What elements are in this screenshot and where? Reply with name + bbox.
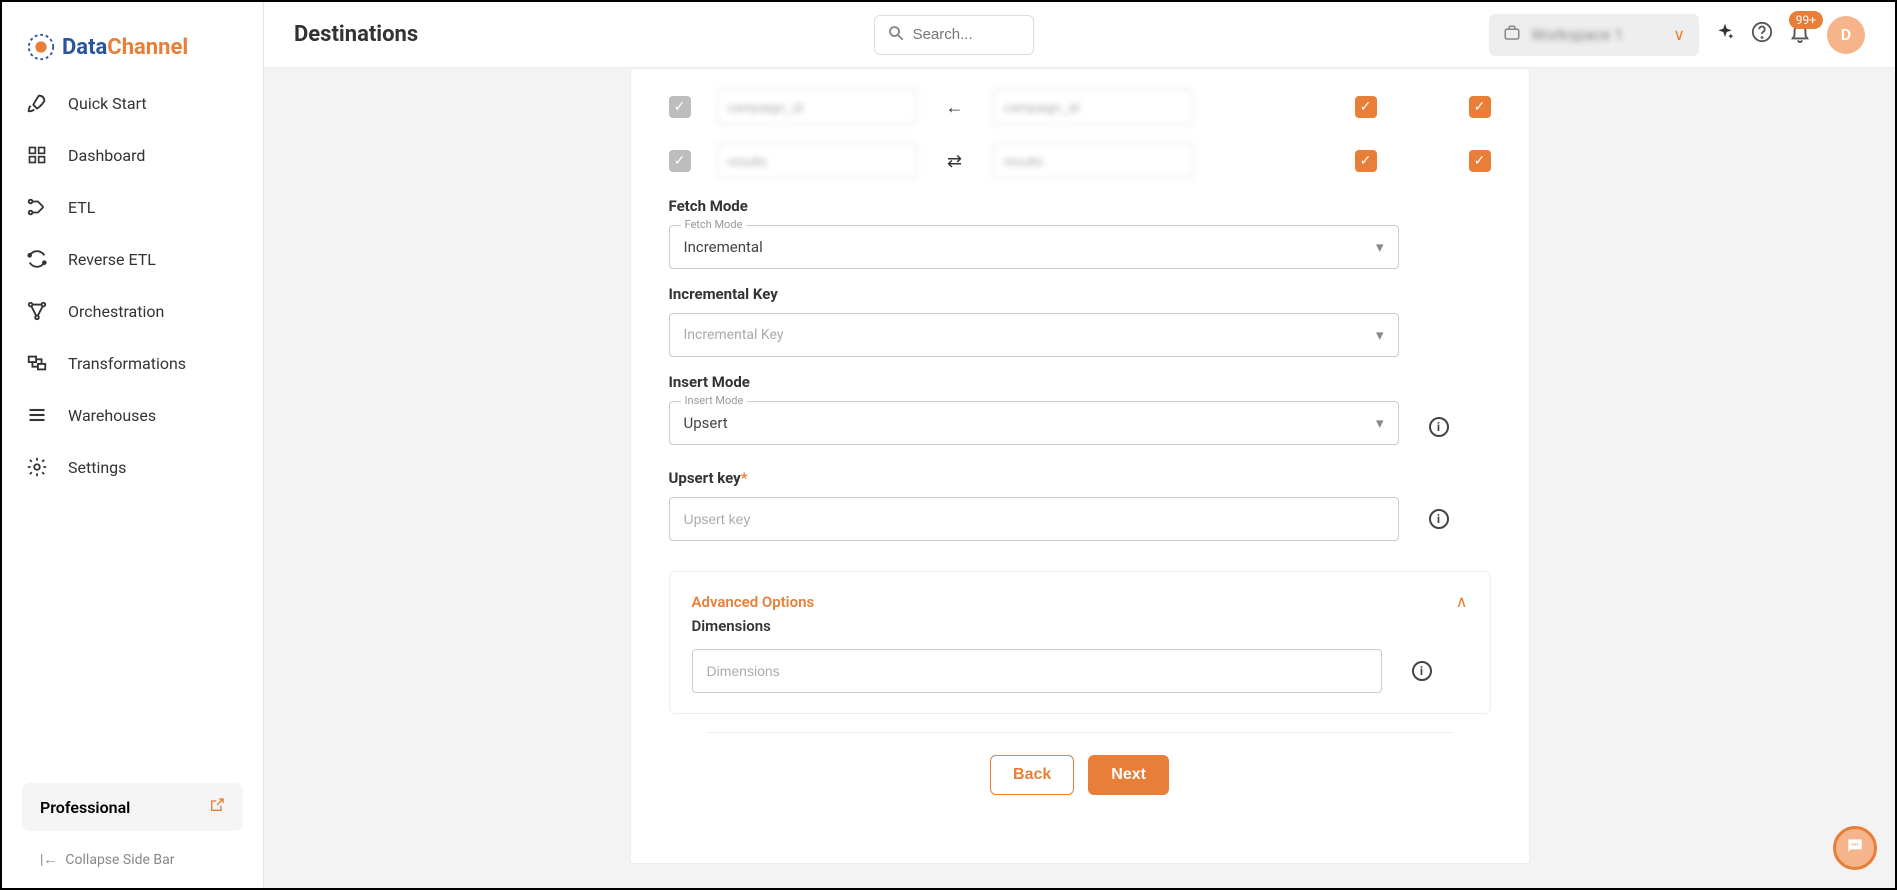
dimensions-input[interactable]	[692, 649, 1382, 693]
incremental-key-label: Incremental Key	[669, 285, 1491, 303]
sidebar-item-warehouses[interactable]: Warehouses	[26, 404, 239, 426]
sidebar-item-orchestration[interactable]: Orchestration	[26, 300, 239, 322]
next-button[interactable]: Next	[1088, 755, 1169, 795]
arrow-left-icon: ←	[943, 97, 967, 118]
chevron-down-icon: ▾	[1376, 326, 1384, 344]
fetch-mode-float-label: Fetch Mode	[681, 218, 747, 231]
mapping-target-input[interactable]	[993, 89, 1193, 125]
fetch-mode-label: Fetch Mode	[669, 197, 1491, 215]
upsert-key-label: Upsert key*	[669, 469, 1491, 487]
logo-icon	[26, 32, 56, 62]
search-icon	[887, 24, 905, 46]
sidebar-item-label: Warehouses	[68, 406, 156, 425]
chat-icon	[1845, 836, 1865, 861]
external-link-icon	[209, 797, 225, 817]
mapping-toggle-2[interactable]: ✓	[1469, 96, 1491, 118]
info-icon[interactable]: i	[1429, 509, 1449, 529]
insert-mode-float-label: Insert Mode	[681, 394, 748, 407]
fetch-mode-value: Incremental	[684, 238, 763, 256]
insert-mode-label: Insert Mode	[669, 373, 1491, 391]
upsert-key-input[interactable]	[669, 497, 1399, 541]
chat-fab[interactable]	[1833, 826, 1877, 870]
help-icon[interactable]	[1751, 21, 1773, 48]
sidebar-item-reverse-etl[interactable]: Reverse ETL	[26, 248, 239, 270]
sparkle-icon[interactable]	[1715, 22, 1735, 47]
avatar[interactable]: D	[1827, 16, 1865, 54]
brand-logo: DataChannel	[2, 22, 263, 92]
sidebar-item-label: Quick Start	[68, 94, 147, 113]
mapping-checkbox[interactable]: ✓	[669, 96, 691, 118]
advanced-options-panel: Advanced Options ∧ Dimensions i	[669, 571, 1491, 714]
reverse-etl-icon	[26, 248, 48, 270]
sidebar-item-settings[interactable]: Settings	[26, 456, 239, 478]
incremental-key-placeholder: Incremental Key	[684, 327, 784, 343]
sidebar-item-etl[interactable]: ETL	[26, 196, 239, 218]
workspace-icon	[1503, 24, 1521, 46]
sidebar-item-quick-start[interactable]: Quick Start	[26, 92, 239, 114]
sidebar-item-dashboard[interactable]: Dashboard	[26, 144, 239, 166]
sidebar-item-transformations[interactable]: Transformations	[26, 352, 239, 374]
mapping-toggle-1[interactable]: ✓	[1355, 96, 1377, 118]
sidebar-item-label: Reverse ETL	[68, 250, 156, 269]
search-box[interactable]	[874, 15, 1034, 55]
swap-icon: ⇄	[943, 151, 967, 172]
notification-badge: 99+	[1789, 11, 1823, 29]
mapping-source-input[interactable]	[717, 143, 917, 179]
chevron-down-icon: ▾	[1376, 238, 1384, 256]
info-icon[interactable]: i	[1429, 417, 1449, 437]
workspace-name: Workspace 1	[1531, 25, 1623, 44]
advanced-options-title: Advanced Options	[692, 593, 815, 611]
fetch-mode-select[interactable]: Incremental ▾	[669, 225, 1399, 269]
insert-mode-value: Upsert	[684, 414, 728, 432]
back-button[interactable]: Back	[990, 755, 1074, 795]
page-title: Destinations	[294, 22, 418, 47]
mapping-row: ✓ ⇄ ✓ ✓	[669, 143, 1491, 179]
dimensions-label: Dimensions	[692, 617, 1468, 635]
collapse-label: Collapse Side Bar	[65, 852, 174, 868]
insert-mode-select[interactable]: Upsert ▾	[669, 401, 1399, 445]
incremental-key-select[interactable]: Incremental Key ▾	[669, 313, 1399, 357]
plan-box[interactable]: Professional	[22, 783, 243, 831]
sidebar-item-label: Settings	[68, 458, 126, 477]
gear-icon	[26, 456, 48, 478]
mapping-toggle-2[interactable]: ✓	[1469, 150, 1491, 172]
sidebar-item-label: ETL	[68, 198, 95, 217]
rocket-icon	[26, 92, 48, 114]
advanced-options-toggle[interactable]: Advanced Options ∧	[692, 592, 1468, 611]
collapse-sidebar-button[interactable]: |← Collapse Side Bar	[22, 851, 243, 868]
sidebar-item-label: Dashboard	[68, 146, 145, 165]
etl-icon	[26, 196, 48, 218]
mapping-toggle-1[interactable]: ✓	[1355, 150, 1377, 172]
mapping-source-input[interactable]	[717, 89, 917, 125]
dashboard-icon	[26, 144, 48, 166]
warehouses-icon	[26, 404, 48, 426]
chevron-down-icon: ▾	[1376, 414, 1384, 432]
avatar-letter: D	[1841, 25, 1851, 44]
chevron-up-icon: ∧	[1456, 592, 1468, 611]
collapse-icon: |←	[40, 851, 57, 868]
workspace-dropdown[interactable]: Workspace 1 ∨	[1489, 14, 1699, 56]
chevron-down-icon: ∨	[1673, 25, 1685, 44]
logo-text-suffix: Channel	[107, 35, 188, 60]
plan-label: Professional	[40, 798, 130, 817]
sidebar-item-label: Transformations	[68, 354, 186, 373]
transformations-icon	[26, 352, 48, 374]
info-icon[interactable]: i	[1412, 661, 1432, 681]
notifications-button[interactable]: 99+	[1789, 21, 1811, 48]
mapping-checkbox[interactable]: ✓	[669, 150, 691, 172]
mapping-row: ✓ ← ✓ ✓	[669, 89, 1491, 125]
logo-text-prefix: Data	[62, 35, 107, 60]
sidebar-item-label: Orchestration	[68, 302, 164, 321]
search-input[interactable]	[913, 26, 1021, 43]
mapping-target-input[interactable]	[993, 143, 1193, 179]
orchestration-icon	[26, 300, 48, 322]
